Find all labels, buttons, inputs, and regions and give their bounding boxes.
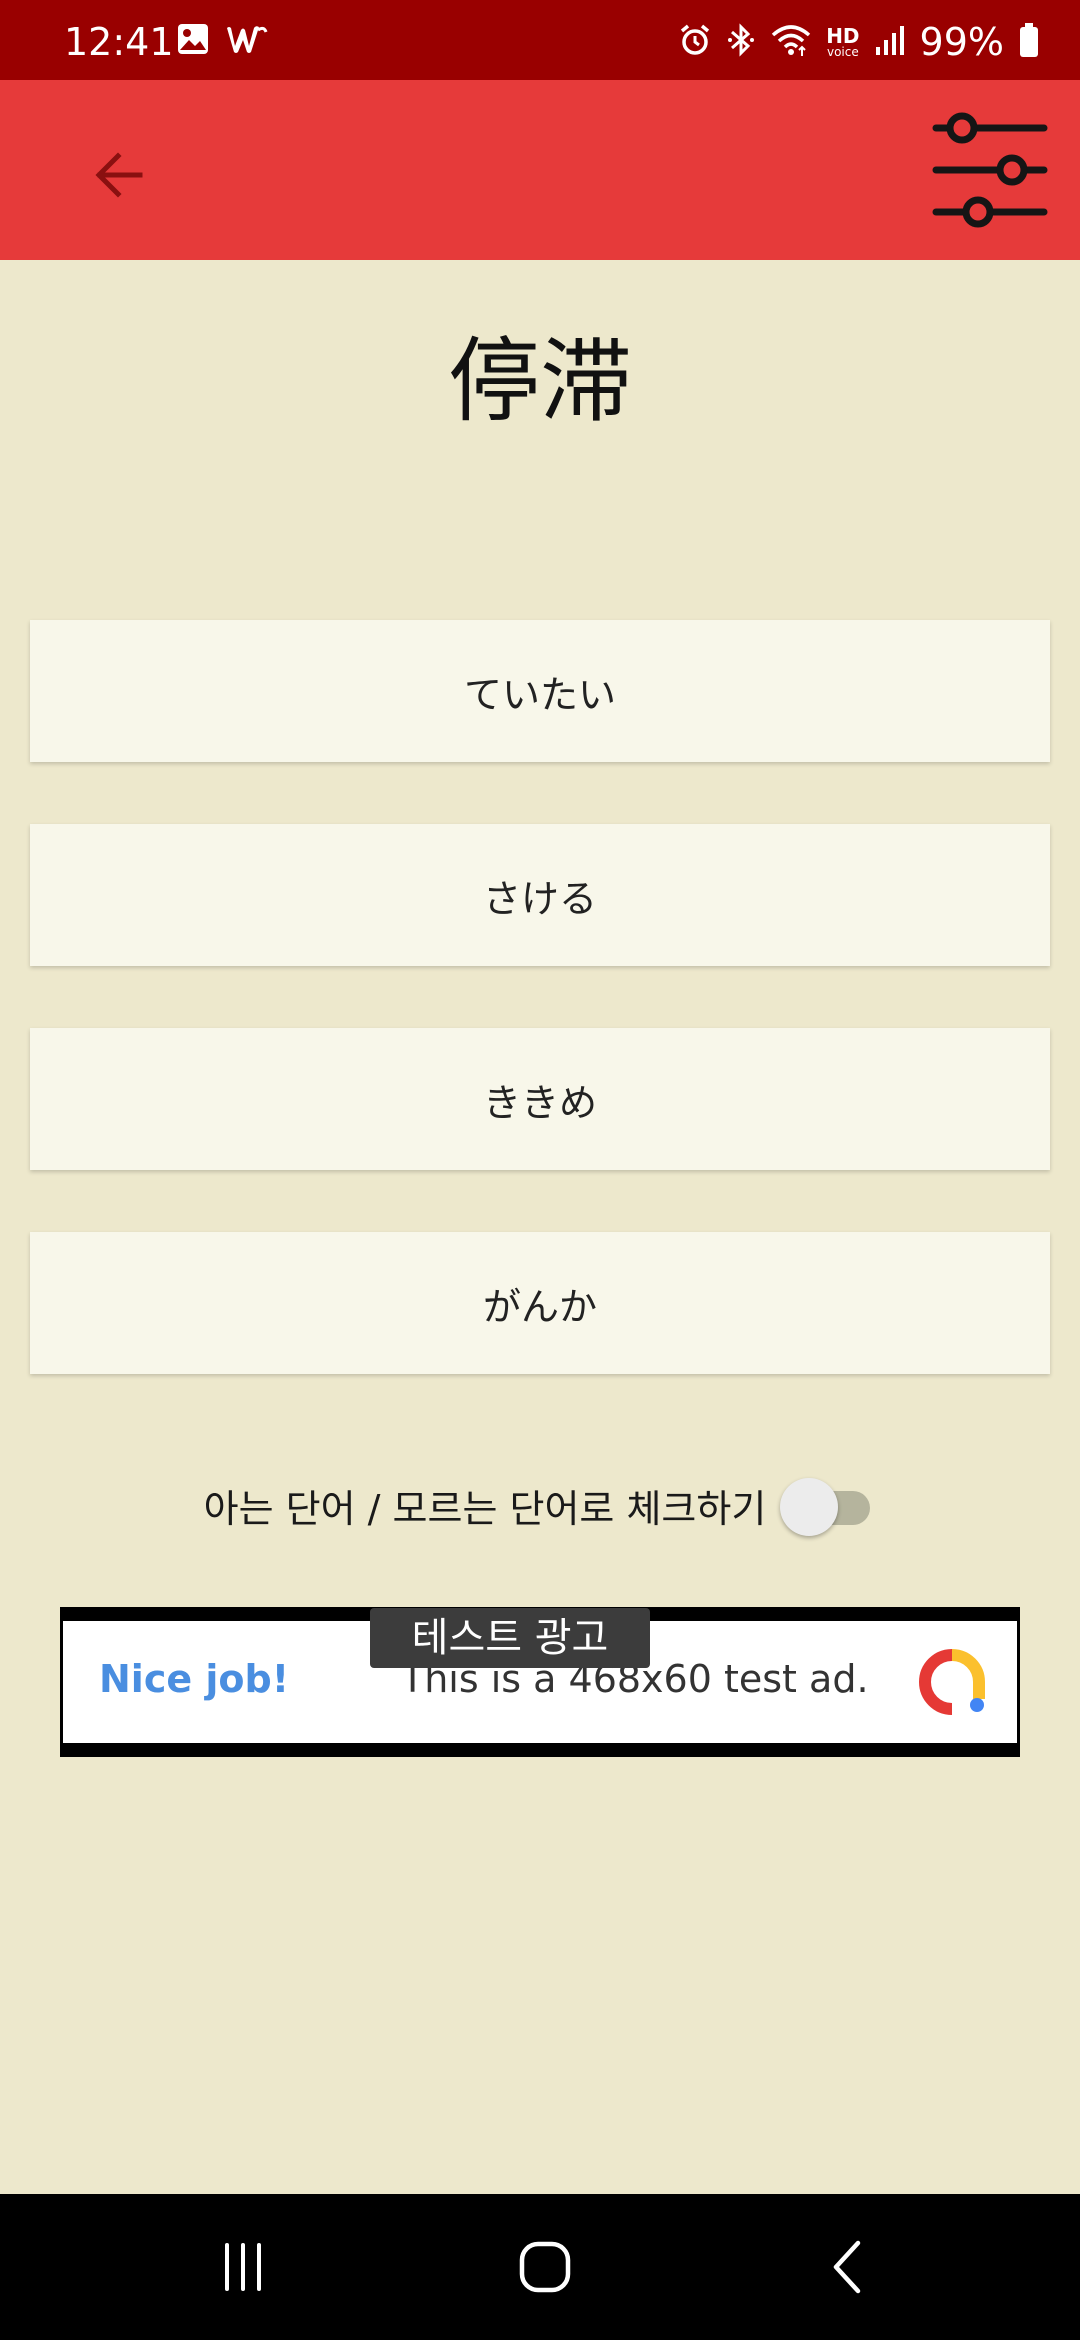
toggle-thumb (780, 1478, 839, 1536)
word-title: 停滞 (447, 328, 632, 435)
status-bar: 12:41 HD voice 99% (0, 0, 1080, 80)
back-icon (833, 2240, 861, 2294)
answer-option-1[interactable]: ていたい (30, 620, 1050, 762)
ad-headline: Nice job! (99, 1657, 290, 1701)
check-known-label: 아는 단어 / 모르는 단어로 체크하기 (203, 1486, 767, 1531)
hd-label: HD (826, 24, 860, 48)
recents-button[interactable] (203, 2234, 283, 2300)
answer-option-2[interactable]: さける (30, 824, 1050, 966)
app-bar (0, 80, 1080, 260)
status-notification-icons (176, 22, 268, 60)
recents-icon (225, 2243, 261, 2291)
status-time: 12:41 (64, 20, 174, 64)
battery-icon (1018, 22, 1040, 62)
sliders-icon (932, 112, 1048, 228)
wifi-icon (770, 23, 812, 61)
alarm-icon (678, 23, 712, 61)
signal-icon (874, 23, 906, 61)
ad-logo-icon (919, 1649, 985, 1715)
check-known-row: 아는 단어 / 모르는 단어로 체크하기 (0, 1470, 1080, 1540)
home-icon (519, 2241, 571, 2293)
test-ad-badge: 테스트 광고 (370, 1608, 650, 1668)
battery-percent: 99% (919, 20, 1004, 64)
answer-option-3[interactable]: ききめ (30, 1028, 1050, 1170)
system-nav-bar (0, 2194, 1080, 2340)
filter-settings-button[interactable] (930, 110, 1050, 230)
arrow-left-icon (95, 152, 143, 198)
check-known-toggle[interactable] (780, 1475, 876, 1536)
back-button[interactable] (70, 125, 170, 225)
gallery-icon (176, 22, 210, 60)
answer-option-4[interactable]: がんか (30, 1232, 1050, 1374)
nav-back-button[interactable] (808, 2234, 888, 2300)
status-system-icons: HD voice 99% (678, 20, 1040, 64)
w-app-icon (224, 22, 268, 60)
voice-label: voice (826, 45, 859, 59)
home-button[interactable] (505, 2234, 585, 2300)
bluetooth-icon (726, 22, 756, 62)
hd-voice-icon: HD voice (826, 26, 859, 58)
answer-options: ていたい さける ききめ がんか (30, 620, 1050, 1436)
